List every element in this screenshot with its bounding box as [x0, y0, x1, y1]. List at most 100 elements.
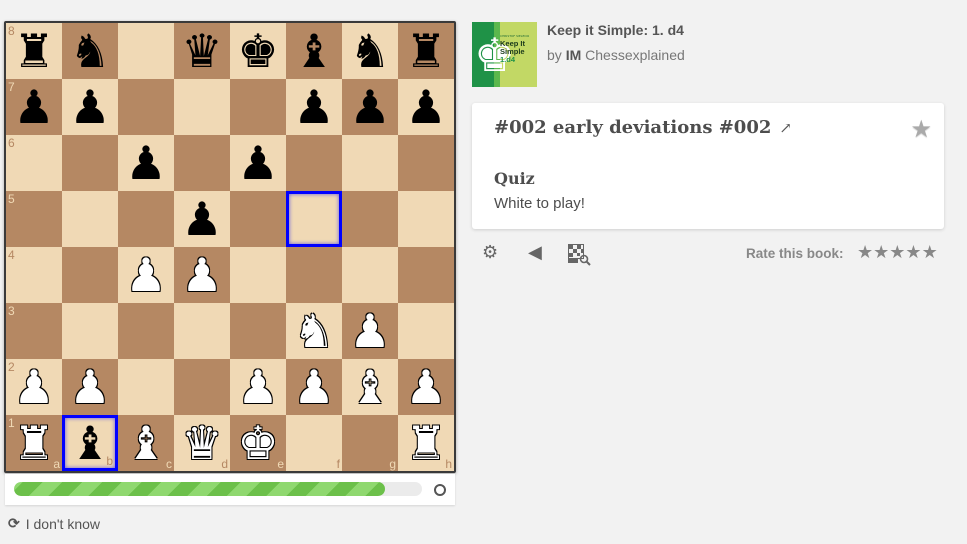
- square-d8[interactable]: ♛: [174, 23, 230, 79]
- square-h8[interactable]: ♜: [398, 23, 454, 79]
- black-pawn-piece[interactable]: ♟: [398, 79, 454, 135]
- white-pawn-piece[interactable]: ♟: [6, 359, 62, 415]
- black-pawn-piece[interactable]: ♟: [174, 191, 230, 247]
- square-d6[interactable]: [174, 135, 230, 191]
- rating-star-icon[interactable]: ★: [922, 242, 938, 263]
- square-c2[interactable]: [118, 359, 174, 415]
- black-pawn-piece[interactable]: ♟: [230, 135, 286, 191]
- square-e4[interactable]: [230, 247, 286, 303]
- white-pawn-piece[interactable]: ♟: [118, 247, 174, 303]
- rating-star-icon[interactable]: ★: [873, 242, 889, 263]
- book-cover[interactable]: CHRISTOF SIELECKI ♚ Keep It Simple 1.d4: [472, 22, 537, 87]
- chess-board[interactable]: 8 ♜ ♞ ♛ ♚ ♝ ♞ ♜ 7 ♟ ♟ ♟ ♟ ♟ 6 ♟ ♟ 5 ♟ 4 ♟ ♟ 3 ♞ ♟ 2 ♟ ♟ ♟ ♟ ♝ ♟ 1 a ♜ b ♝ c ♝ d…: [4, 21, 456, 473]
- white-bishop-piece[interactable]: ♝: [342, 359, 398, 415]
- i-dont-know-button[interactable]: ⟳ I don't know: [8, 515, 100, 532]
- square-e7[interactable]: [230, 79, 286, 135]
- white-pawn-piece[interactable]: ♟: [398, 359, 454, 415]
- square-g8[interactable]: ♞: [342, 23, 398, 79]
- white-pawn-piece[interactable]: ♟: [230, 359, 286, 415]
- square-c8[interactable]: [118, 23, 174, 79]
- favorite-star-icon[interactable]: ★: [910, 115, 932, 143]
- square-a4[interactable]: 4: [6, 247, 62, 303]
- square-b5[interactable]: [62, 191, 118, 247]
- black-queen-piece[interactable]: ♛: [174, 23, 230, 79]
- square-b3[interactable]: [62, 303, 118, 359]
- rating-star-icon[interactable]: ★: [889, 242, 905, 263]
- square-b1[interactable]: b ♝: [62, 415, 118, 471]
- square-d7[interactable]: [174, 79, 230, 135]
- square-e6[interactable]: ♟: [230, 135, 286, 191]
- white-queen-piece[interactable]: ♛: [174, 415, 230, 471]
- square-f2[interactable]: ♟: [286, 359, 342, 415]
- square-b2[interactable]: ♟: [62, 359, 118, 415]
- square-a7[interactable]: 7 ♟: [6, 79, 62, 135]
- black-pawn-piece[interactable]: ♟: [342, 79, 398, 135]
- black-pawn-piece[interactable]: ♟: [62, 79, 118, 135]
- square-b4[interactable]: [62, 247, 118, 303]
- square-f3[interactable]: ♞: [286, 303, 342, 359]
- square-g7[interactable]: ♟: [342, 79, 398, 135]
- square-d1[interactable]: d ♛: [174, 415, 230, 471]
- square-c7[interactable]: [118, 79, 174, 135]
- square-a2[interactable]: 2 ♟: [6, 359, 62, 415]
- square-e2[interactable]: ♟: [230, 359, 286, 415]
- square-a5[interactable]: 5: [6, 191, 62, 247]
- square-b7[interactable]: ♟: [62, 79, 118, 135]
- white-pawn-piece[interactable]: ♟: [62, 359, 118, 415]
- square-c1[interactable]: c ♝: [118, 415, 174, 471]
- rating-star-icon[interactable]: ★: [857, 242, 873, 263]
- square-h6[interactable]: [398, 135, 454, 191]
- square-e3[interactable]: [230, 303, 286, 359]
- square-g4[interactable]: [342, 247, 398, 303]
- external-link-icon[interactable]: ↗: [779, 119, 792, 137]
- square-b8[interactable]: ♞: [62, 23, 118, 79]
- black-rook-piece[interactable]: ♜: [398, 23, 454, 79]
- speaker-icon[interactable]: ◀: [528, 244, 542, 262]
- square-g1[interactable]: g: [342, 415, 398, 471]
- square-c5[interactable]: [118, 191, 174, 247]
- square-a1[interactable]: 1 a ♜: [6, 415, 62, 471]
- white-rook-piece[interactable]: ♜: [6, 415, 62, 471]
- square-e5[interactable]: [230, 191, 286, 247]
- black-knight-piece[interactable]: ♞: [342, 23, 398, 79]
- square-f4[interactable]: [286, 247, 342, 303]
- rating-stars[interactable]: ★ ★ ★ ★ ★: [857, 242, 938, 263]
- black-rook-piece[interactable]: ♜: [6, 23, 62, 79]
- square-g2[interactable]: ♝: [342, 359, 398, 415]
- square-g3[interactable]: ♟: [342, 303, 398, 359]
- book-author[interactable]: by IM Chessexplained: [547, 47, 685, 63]
- rating-star-icon[interactable]: ★: [905, 242, 921, 263]
- white-knight-piece[interactable]: ♞: [286, 303, 342, 359]
- square-e8[interactable]: ♚: [230, 23, 286, 79]
- white-pawn-piece[interactable]: ♟: [342, 303, 398, 359]
- square-a8[interactable]: 8 ♜: [6, 23, 62, 79]
- black-bishop-piece[interactable]: ♝: [286, 23, 342, 79]
- white-king-piece[interactable]: ♚: [230, 415, 286, 471]
- square-f8[interactable]: ♝: [286, 23, 342, 79]
- square-h1[interactable]: h ♜: [398, 415, 454, 471]
- square-d5[interactable]: ♟: [174, 191, 230, 247]
- black-pawn-piece[interactable]: ♟: [286, 79, 342, 135]
- square-c6[interactable]: ♟: [118, 135, 174, 191]
- square-c4[interactable]: ♟: [118, 247, 174, 303]
- square-d2[interactable]: [174, 359, 230, 415]
- square-a6[interactable]: 6: [6, 135, 62, 191]
- square-h5[interactable]: [398, 191, 454, 247]
- square-h7[interactable]: ♟: [398, 79, 454, 135]
- white-pawn-piece[interactable]: ♟: [286, 359, 342, 415]
- black-knight-piece[interactable]: ♞: [62, 23, 118, 79]
- square-g5[interactable]: [342, 191, 398, 247]
- square-f6[interactable]: [286, 135, 342, 191]
- black-pawn-piece[interactable]: ♟: [118, 135, 174, 191]
- square-e1[interactable]: e ♚: [230, 415, 286, 471]
- black-pawn-piece[interactable]: ♟: [6, 79, 62, 135]
- square-g6[interactable]: [342, 135, 398, 191]
- square-f5[interactable]: [286, 191, 342, 247]
- gear-icon[interactable]: ⚙: [482, 244, 498, 262]
- square-a3[interactable]: 3: [6, 303, 62, 359]
- square-h2[interactable]: ♟: [398, 359, 454, 415]
- black-king-piece[interactable]: ♚: [230, 23, 286, 79]
- square-d4[interactable]: ♟: [174, 247, 230, 303]
- black-bishop-piece[interactable]: ♝: [65, 418, 115, 468]
- square-b6[interactable]: [62, 135, 118, 191]
